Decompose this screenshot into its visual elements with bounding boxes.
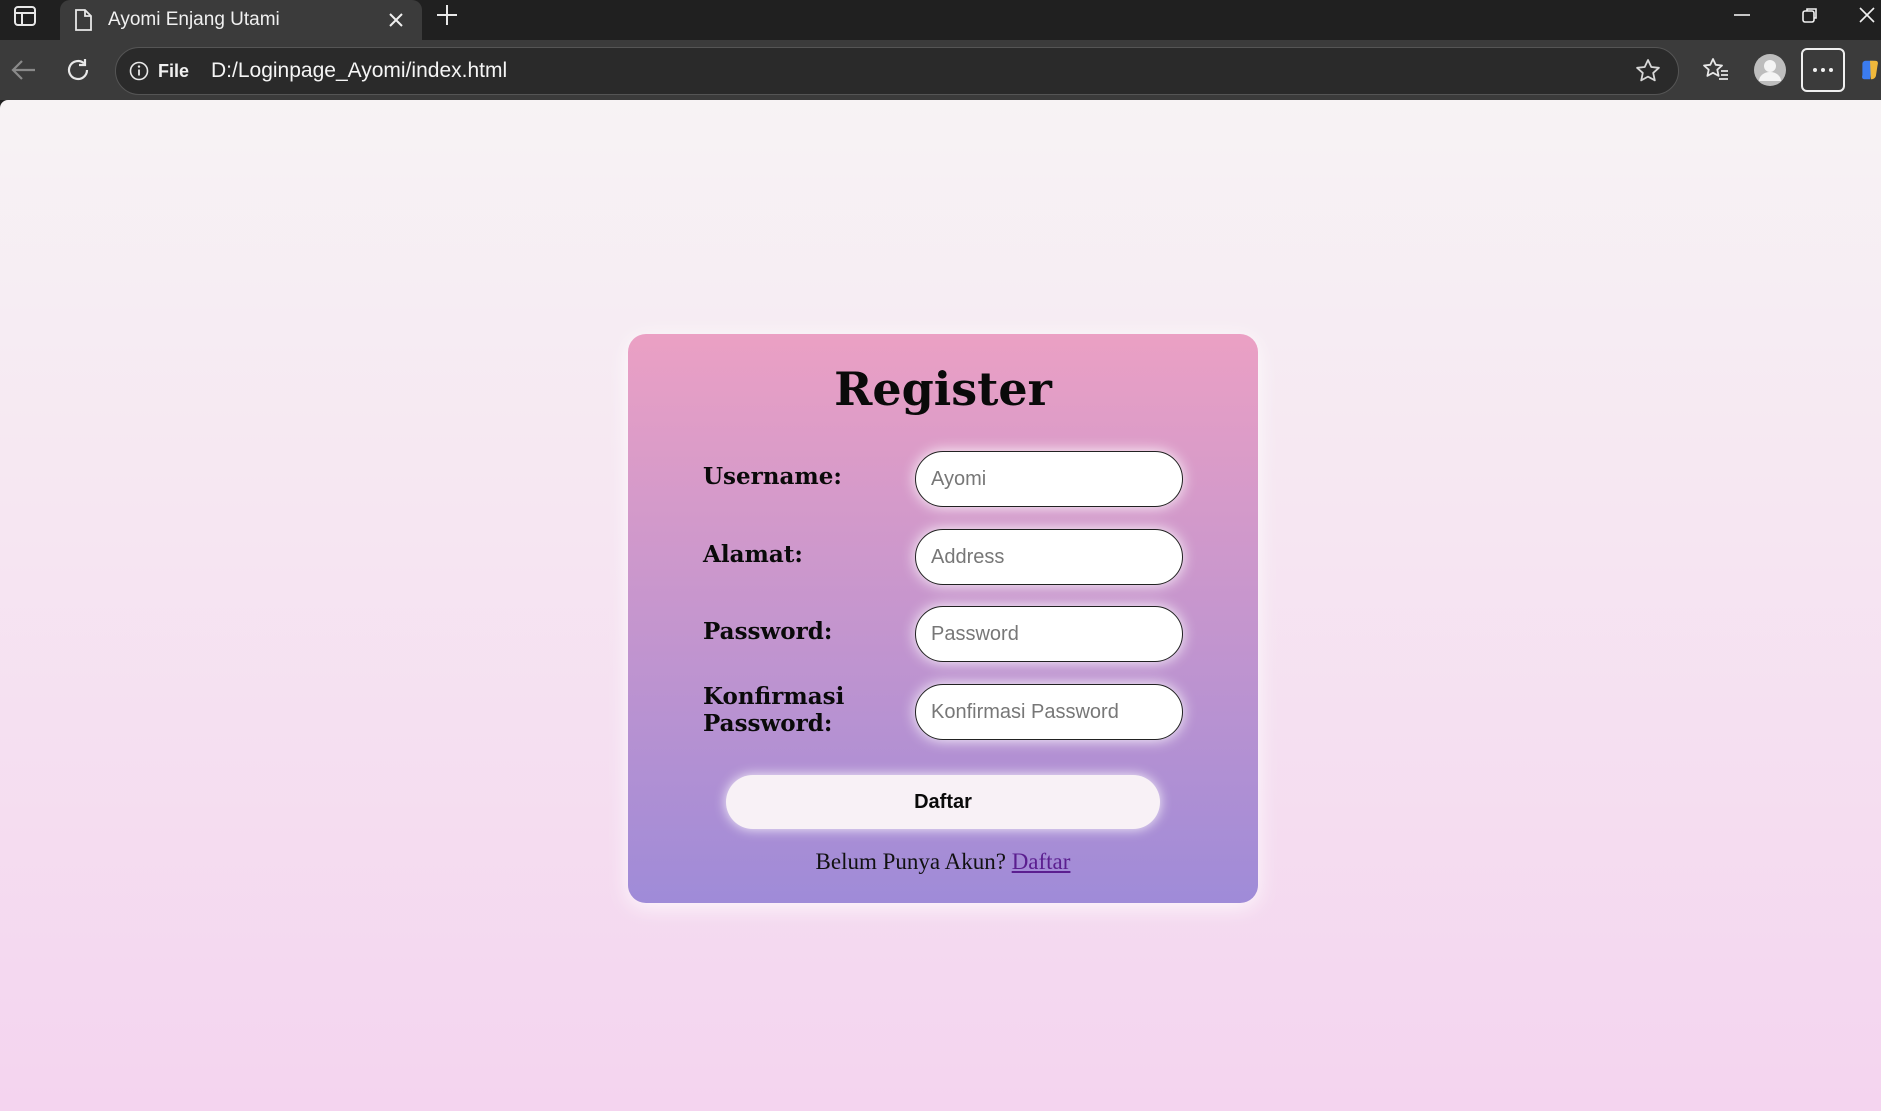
username-input[interactable] [915,451,1183,507]
confirm-password-label-line1: Konfirmasi [703,683,845,710]
daftar-button[interactable]: Daftar [726,775,1160,829]
browser-toolbar: File D:/Loginpage_Ayomi/index.html [0,40,1881,100]
back-icon[interactable] [6,52,42,88]
page-viewport: Register Username: Alamat: Password: Kon… [0,100,1881,1111]
page-title: Register [834,362,1052,416]
url-text[interactable]: D:/Loginpage_Ayomi/index.html [211,59,1628,83]
reload-icon[interactable] [60,52,96,88]
profile-avatar-icon[interactable] [1748,48,1792,92]
username-label: Username: [703,463,842,490]
info-icon[interactable] [128,60,150,82]
document-icon [72,8,94,32]
more-options-icon[interactable] [1801,48,1845,92]
address-input[interactable] [915,529,1183,585]
minimize-icon[interactable] [1722,0,1762,30]
password-input[interactable] [915,606,1183,662]
signup-prompt: Belum Punya Akun? Daftar [628,849,1258,875]
confirm-password-label-line2: Password: [703,710,833,737]
active-tab[interactable]: Ayomi Enjang Utami [60,0,422,40]
address-bar[interactable]: File D:/Loginpage_Ayomi/index.html [115,47,1679,95]
confirm-password-input[interactable] [915,684,1183,740]
url-scheme-label: File [158,60,190,81]
confirm-password-label: Konfirmasi Password: [703,683,844,737]
favorite-star-icon[interactable] [1628,51,1668,91]
new-tab-icon[interactable] [432,0,462,30]
favorites-icon[interactable] [1694,48,1738,92]
password-label: Password: [703,618,833,645]
sidebar-toggle-icon[interactable] [10,2,40,30]
close-tab-icon[interactable] [382,6,410,34]
signup-prompt-text: Belum Punya Akun? [815,849,1006,874]
alamat-label: Alamat: [703,541,803,568]
close-window-icon[interactable] [1852,0,1881,30]
tab-title: Ayomi Enjang Utami [108,9,280,30]
register-card: Register Username: Alamat: Password: Kon… [628,334,1258,903]
tab-strip: Ayomi Enjang Utami [0,0,1881,40]
copilot-icon[interactable] [1859,48,1881,92]
signup-link[interactable]: Daftar [1012,849,1071,874]
restore-icon[interactable] [1790,0,1830,30]
